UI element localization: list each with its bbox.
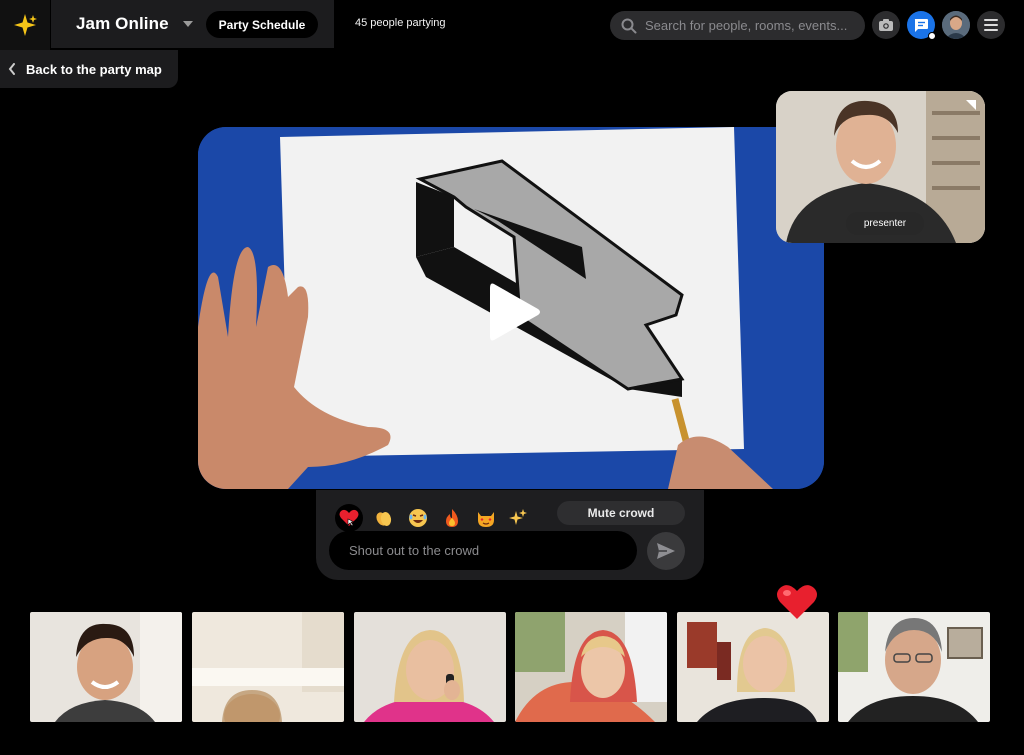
participant-video[interactable] bbox=[30, 612, 182, 722]
participant-portrait-image bbox=[838, 612, 990, 722]
laugh-reaction-button[interactable] bbox=[404, 504, 432, 532]
heart-icon bbox=[777, 585, 817, 619]
chat-button[interactable] bbox=[907, 11, 936, 40]
send-button[interactable] bbox=[647, 532, 685, 570]
participant-portrait-image bbox=[677, 612, 829, 722]
participant-video[interactable] bbox=[354, 612, 506, 722]
sparkle-logo-icon bbox=[14, 14, 37, 36]
participant-portrait-image bbox=[515, 612, 667, 722]
participant-portrait-image bbox=[30, 612, 182, 722]
venue-name: Jam Online bbox=[76, 14, 169, 33]
play-button[interactable] bbox=[488, 280, 542, 349]
heart-eyes-cat-icon bbox=[478, 512, 494, 527]
shout-field[interactable] bbox=[329, 531, 637, 570]
presenter-video[interactable]: presenter bbox=[776, 91, 985, 243]
camera-button[interactable] bbox=[872, 11, 900, 39]
sparkles-reaction-button[interactable] bbox=[504, 504, 532, 532]
floating-heart-reaction bbox=[776, 583, 818, 626]
expand-icon[interactable] bbox=[966, 100, 976, 110]
profile-avatar-icon bbox=[942, 11, 970, 39]
laughing-face-icon bbox=[409, 509, 427, 527]
clapping-hands-icon bbox=[376, 512, 392, 526]
camera-icon bbox=[879, 19, 893, 31]
search-input[interactable] bbox=[645, 18, 855, 33]
party-schedule-button[interactable]: Party Schedule bbox=[206, 11, 318, 38]
clap-reaction-button[interactable] bbox=[370, 504, 398, 532]
chat-bubble-icon bbox=[914, 19, 928, 32]
play-icon bbox=[490, 283, 540, 341]
shout-input[interactable] bbox=[349, 543, 619, 558]
user-avatar[interactable] bbox=[942, 11, 970, 39]
search-bar[interactable] bbox=[610, 11, 865, 40]
chevron-down-icon bbox=[182, 21, 193, 27]
presenter-label: presenter bbox=[846, 212, 924, 235]
people-count: 45 people partying bbox=[355, 17, 446, 29]
participant-video[interactable] bbox=[838, 612, 990, 722]
back-to-map-button[interactable]: Back to the party map bbox=[0, 50, 178, 88]
back-label: Back to the party map bbox=[26, 61, 162, 77]
hamburger-menu-icon bbox=[984, 19, 998, 31]
participant-portrait-image bbox=[192, 612, 344, 722]
fire-icon bbox=[446, 509, 458, 527]
participant-video[interactable] bbox=[515, 612, 667, 722]
participant-video[interactable] bbox=[677, 612, 829, 722]
heart-reaction-button[interactable] bbox=[335, 504, 363, 532]
fire-reaction-button[interactable] bbox=[438, 504, 466, 532]
menu-button[interactable] bbox=[977, 11, 1005, 39]
participant-video[interactable] bbox=[192, 612, 344, 722]
search-icon bbox=[621, 18, 637, 33]
heart-eyes-reaction-button[interactable] bbox=[472, 504, 500, 532]
send-icon bbox=[657, 543, 675, 559]
sparkles-icon bbox=[509, 509, 527, 525]
mute-crowd-button[interactable]: Mute crowd bbox=[557, 501, 685, 525]
heart-icon bbox=[339, 509, 359, 527]
app-logo[interactable] bbox=[0, 0, 50, 50]
reaction-panel: Mute crowd bbox=[316, 490, 704, 580]
chevron-left-icon bbox=[8, 63, 15, 75]
notification-dot bbox=[928, 32, 936, 40]
participant-portrait-image bbox=[354, 612, 506, 722]
